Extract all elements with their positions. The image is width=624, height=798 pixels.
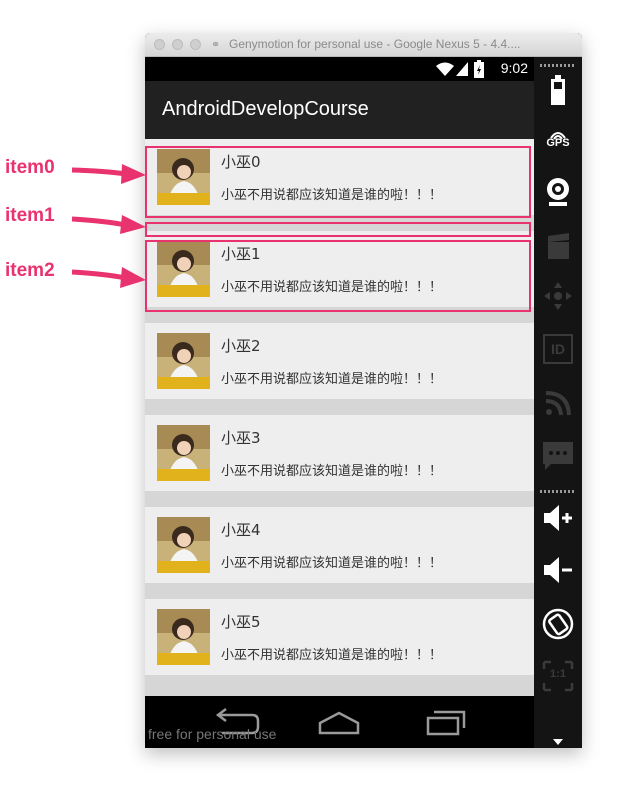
- status-bar: 9:02: [145, 57, 534, 81]
- avatar: [157, 333, 210, 389]
- item0-highlight-box: [145, 146, 531, 218]
- battery-widget-icon[interactable]: [541, 73, 575, 107]
- close-window-button[interactable]: [154, 39, 165, 50]
- wifi-icon: [436, 62, 454, 76]
- avatar: [157, 609, 210, 665]
- item-title: 小巫5: [221, 613, 261, 631]
- dpad-icon[interactable]: [541, 279, 575, 313]
- zoom-window-button[interactable]: [190, 39, 201, 50]
- genymotion-logo-icon: ⚭: [211, 38, 221, 51]
- sms-icon[interactable]: [541, 438, 575, 472]
- list-item[interactable]: 小巫4 小巫不用说都应该知道是谁的啦！！！: [145, 507, 534, 583]
- window-title: Genymotion for personal use - Google Nex…: [229, 37, 521, 51]
- rotate-icon[interactable]: [541, 607, 575, 641]
- avatar: [157, 517, 210, 573]
- item1-label: item1: [5, 205, 55, 226]
- gps-icon[interactable]: GPS: [541, 125, 575, 159]
- volume-down-icon[interactable]: [541, 553, 575, 587]
- item-description: 小巫不用说都应该知道是谁的啦！！！: [221, 648, 443, 663]
- item1-arrow-icon: [71, 215, 146, 234]
- watermark-text: free for personal use: [148, 726, 277, 742]
- cast-icon[interactable]: [541, 385, 575, 419]
- device-id-label: ID: [551, 341, 565, 357]
- item-title: 小巫4: [221, 521, 261, 539]
- list-item[interactable]: 小巫2 小巫不用说都应该知道是谁的啦！！！: [145, 323, 534, 399]
- gps-label: GPS: [546, 137, 570, 149]
- item0-arrow-icon: [71, 164, 146, 184]
- signal-icon: [456, 62, 468, 76]
- item-title: 小巫2: [221, 337, 261, 355]
- navigation-bar: free for personal use: [145, 696, 534, 748]
- item-description: 小巫不用说都应该知道是谁的啦！！！: [221, 372, 443, 387]
- item2-highlight-box: [145, 240, 531, 312]
- toolbar-grip: [540, 64, 576, 67]
- action-bar: AndroidDevelopCourse: [145, 81, 534, 139]
- genymotion-window: ⚭ Genymotion for personal use - Google N…: [145, 33, 582, 748]
- toolbar-grip: [540, 490, 576, 493]
- app-title: AndroidDevelopCourse: [162, 98, 369, 120]
- item-description: 小巫不用说都应该知道是谁的啦！！！: [221, 556, 443, 571]
- item-description: 小巫不用说都应该知道是谁的啦！！！: [221, 464, 443, 479]
- list-item[interactable]: 小巫3 小巫不用说都应该知道是谁的啦！！！: [145, 415, 534, 491]
- avatar: [157, 425, 210, 481]
- window-titlebar: ⚭ Genymotion for personal use - Google N…: [145, 33, 582, 57]
- status-time: 9:02: [500, 60, 528, 76]
- list-item[interactable]: 小巫5 小巫不用说都应该知道是谁的啦！！！: [145, 599, 534, 675]
- camera-icon[interactable]: [541, 174, 575, 208]
- genymotion-toolbar: GPS ID 1:1: [534, 57, 582, 748]
- scale-label: 1:1: [550, 668, 566, 680]
- item-title: 小巫3: [221, 429, 261, 447]
- item0-label: item0: [5, 157, 55, 178]
- battery-icon: [474, 60, 484, 78]
- item2-arrow-icon: [71, 267, 146, 288]
- item1-highlight-box: [145, 222, 531, 237]
- device-id-icon[interactable]: ID: [543, 334, 573, 364]
- minimize-window-button[interactable]: [172, 39, 183, 50]
- screencast-icon[interactable]: [541, 229, 575, 263]
- pixel-perfect-icon[interactable]: 1:1: [541, 659, 575, 693]
- recent-apps-icon[interactable]: [420, 707, 470, 737]
- home-icon[interactable]: [314, 707, 364, 737]
- item2-label: item2: [5, 260, 55, 281]
- toolbar-expand-icon[interactable]: [553, 739, 563, 745]
- volume-up-icon[interactable]: [541, 501, 575, 535]
